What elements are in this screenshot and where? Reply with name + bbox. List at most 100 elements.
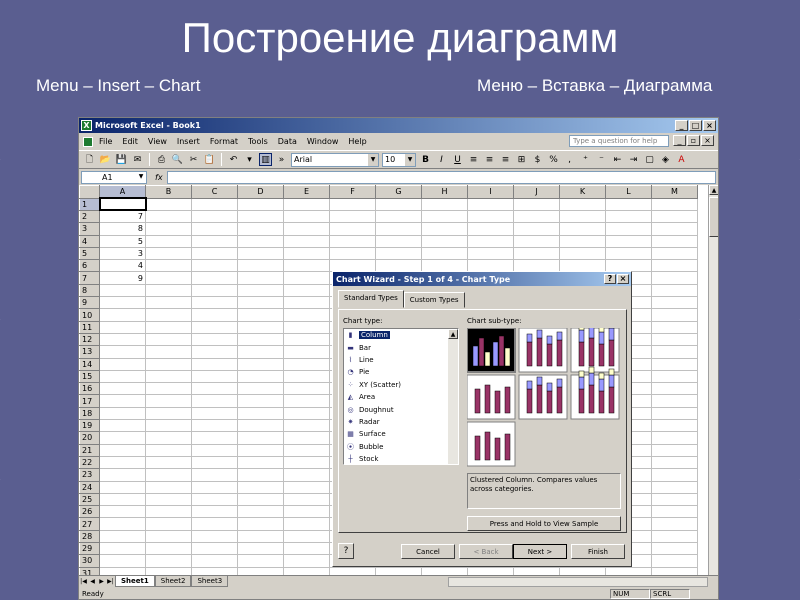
cell-c27[interactable] [191,517,238,531]
cell-b6[interactable] [145,259,192,273]
cell-l1[interactable] [605,197,652,211]
next-button[interactable]: Next > [513,544,567,559]
cell-c15[interactable] [191,369,238,384]
help-icon[interactable]: ? [604,274,616,284]
cell-e28[interactable] [283,529,330,544]
cell-m22[interactable] [651,455,698,470]
cell-a11[interactable] [99,320,146,334]
menu-format[interactable]: Format [210,137,238,146]
cell-c7[interactable] [191,271,238,285]
cell-h4[interactable] [421,234,468,248]
cell-e5[interactable] [283,246,330,261]
new-icon[interactable]: 🗋 [83,153,96,166]
cell-m12[interactable] [651,332,698,347]
cell-c10[interactable] [191,308,238,322]
column-header-e[interactable]: E [283,185,330,199]
row-header[interactable]: 18 [79,406,100,421]
cell-c16[interactable] [191,382,238,396]
cell-a18[interactable] [99,406,146,421]
chart-wizard-icon[interactable]: ▥ [259,153,272,166]
list-scrollbar[interactable]: ▲ [448,329,458,464]
chart-subtype-5[interactable] [518,374,568,420]
cell-c2[interactable] [191,209,238,224]
sheet-tab-1[interactable]: Sheet1 [115,576,155,587]
cell-e6[interactable] [283,259,330,273]
cell-g2[interactable] [375,209,422,224]
font-size-select[interactable]: 10 ▼ [382,152,416,167]
row-header[interactable]: 9 [79,296,100,310]
cell-a20[interactable] [99,431,146,445]
increase-indent-icon[interactable]: ⇥ [627,153,640,166]
comma-icon[interactable]: , [563,153,576,166]
cell-a17[interactable] [99,394,146,408]
cell-b4[interactable] [145,234,192,248]
column-header-k[interactable]: K [559,185,606,199]
first-sheet-icon[interactable]: |◀ [79,578,88,585]
cell-d18[interactable] [237,406,284,421]
cell-e15[interactable] [283,369,330,384]
row-header[interactable]: 20 [79,431,100,445]
cell-d30[interactable] [237,554,284,568]
cell-g4[interactable] [375,234,422,248]
cell-e20[interactable] [283,431,330,445]
cell-k1[interactable] [559,197,606,211]
row-header[interactable]: 16 [79,382,100,396]
cell-a8[interactable] [99,283,146,298]
cell-a13[interactable] [99,345,146,359]
chart-type-item[interactable]: ▦ Surface [344,428,448,440]
column-header-m[interactable]: M [651,185,698,199]
cell-a14[interactable] [99,357,146,371]
menu-tools[interactable]: Tools [248,137,268,146]
next-sheet-icon[interactable]: ▶ [97,578,106,585]
cell-a6[interactable]: 4 [99,259,146,273]
cell-b13[interactable] [145,345,192,359]
borders-icon[interactable]: ▢ [643,153,656,166]
cell-d12[interactable] [237,332,284,347]
cell-d23[interactable] [237,468,284,482]
cell-m19[interactable] [651,419,698,433]
cell-m14[interactable] [651,357,698,371]
cell-c19[interactable] [191,419,238,433]
cell-b5[interactable] [145,246,192,261]
doc-restore-icon[interactable]: ▫ [687,135,700,146]
cell-c14[interactable] [191,357,238,371]
cell-b2[interactable] [145,209,192,224]
row-header[interactable]: 2 [79,209,100,224]
align-center-icon[interactable]: ≡ [483,153,496,166]
cell-d5[interactable] [237,246,284,261]
cell-a30[interactable] [99,554,146,568]
cell-c8[interactable] [191,283,238,298]
chart-subtype-7[interactable] [466,421,516,467]
cell-e29[interactable] [283,542,330,556]
chart-type-item[interactable]: ⌇ Line [344,354,448,366]
cell-b20[interactable] [145,431,192,445]
font-color-icon[interactable]: A [675,153,688,166]
cell-d21[interactable] [237,443,284,457]
chart-type-list[interactable]: ▲ ▮ Column ▬ Bar ⌇ Line ◔ Pie ⁘ XY (Scatter) ◭ Area… [343,328,459,465]
cell-e12[interactable] [283,332,330,347]
cell-f2[interactable] [329,209,376,224]
row-header[interactable]: 17 [79,394,100,408]
menu-edit[interactable]: Edit [122,137,138,146]
cell-c1[interactable] [191,197,238,211]
function-icon[interactable]: fx [155,173,163,182]
cell-b1[interactable] [145,197,192,211]
column-header-j[interactable]: J [513,185,560,199]
cell-c26[interactable] [191,505,238,519]
cell-b12[interactable] [145,332,192,347]
cell-b16[interactable] [145,382,192,396]
undo-dropdown-icon[interactable]: ▾ [243,153,256,166]
cell-c23[interactable] [191,468,238,482]
cell-m8[interactable] [651,283,698,298]
cell-g3[interactable] [375,222,422,236]
cell-m18[interactable] [651,406,698,421]
row-header[interactable]: 23 [79,468,100,482]
cell-m29[interactable] [651,542,698,556]
cell-a23[interactable] [99,468,146,482]
cell-b11[interactable] [145,320,192,334]
cell-i4[interactable] [467,234,514,248]
column-header-i[interactable]: I [467,185,514,199]
column-header-g[interactable]: G [375,185,422,199]
ask-question-input[interactable]: Type a question for help [569,135,669,147]
merge-center-icon[interactable]: ⊞ [515,153,528,166]
